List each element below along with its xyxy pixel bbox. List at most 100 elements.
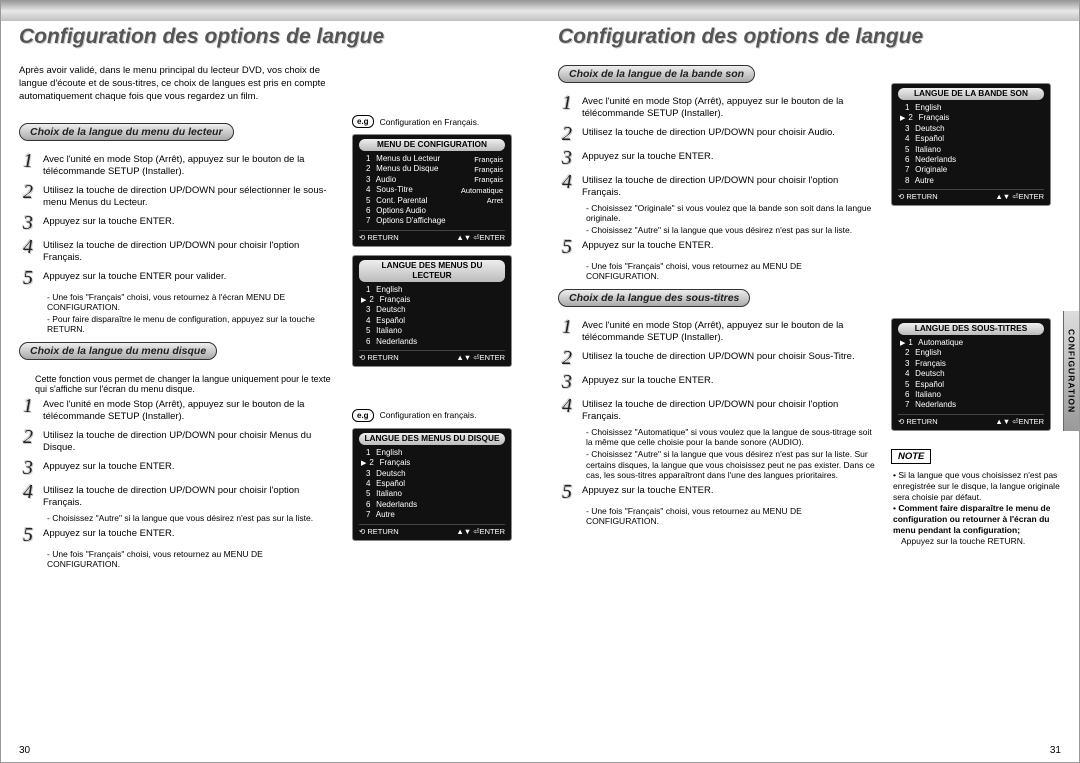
osd3-title: LANGUE DES MENUS DU DISQUE [359, 433, 505, 445]
page-number-right: 31 [1050, 745, 1061, 756]
eg-text-1: Configuration en Français. [380, 117, 480, 127]
dm-intro: Cette fonction vous permet de changer la… [35, 374, 338, 394]
st-sub4b: - Choisissez "Autre" si la langue que vo… [586, 449, 877, 480]
eg-text-2: Configuration en français. [380, 410, 477, 420]
au-step5: Appuyez sur la touche ENTER. [582, 237, 877, 252]
osd1-title: MENU DE CONFIGURATION [359, 139, 505, 151]
dm-step3: Appuyez sur la touche ENTER. [43, 458, 338, 473]
osd-row: 1 Menus du LecteurFrançais [359, 154, 505, 164]
pill-audio: Choix de la langue de la bande son [558, 65, 755, 83]
osd-row: ▶2 Français [898, 113, 1044, 123]
osd-row: 7 Nederlands [898, 400, 1044, 410]
osd-row: 6 Nederlands [359, 500, 505, 510]
osd-row: 8 Autre [898, 176, 1044, 186]
st-step1: Avec l'unité en mode Stop (Arrêt), appuy… [582, 317, 877, 344]
au-step3: Appuyez sur la touche ENTER. [582, 148, 877, 163]
osd-row: 3 AudioFrançais [359, 175, 505, 185]
pill-player-menu: Choix de la langue du menu du lecteur [19, 123, 234, 141]
page-number-left: 30 [19, 745, 30, 756]
osd-row: 6 Options Audio [359, 206, 505, 216]
osd-player-menu-lang: LANGUE DES MENUS DU LECTEUR 1 English▶2 … [352, 255, 512, 367]
osd4-title: LANGUE DE LA BANDE SON [898, 88, 1044, 100]
au-step2: Utilisez la touche de direction UP/DOWN … [582, 124, 877, 139]
st-step3: Appuyez sur la touche ENTER. [582, 372, 877, 387]
pm-step5: Appuyez sur la touche ENTER pour valider… [43, 268, 338, 283]
osd-row: 5 Italiano [359, 489, 505, 499]
st-step2: Utilisez la touche de direction UP/DOWN … [582, 348, 877, 363]
dm-step4: Utilisez la touche de direction UP/DOWN … [43, 482, 338, 509]
osd-row: 3 Français [898, 359, 1044, 369]
osd-disc-menu-lang: LANGUE DES MENUS DU DISQUE 1 English▶2 F… [352, 428, 512, 541]
pm-step2: Utilisez la touche de direction UP/DOWN … [43, 182, 338, 209]
note-label: NOTE [891, 449, 931, 464]
st-step5: Appuyez sur la touche ENTER. [582, 482, 877, 497]
osd-row: 4 Deutsch [898, 369, 1044, 379]
osd-row: 7 Autre [359, 510, 505, 520]
osd-row: 4 Español [359, 316, 505, 326]
osd-row: 5 Español [898, 380, 1044, 390]
osd5-title: LANGUE DES SOUS-TITRES [898, 323, 1044, 335]
osd-row: 5 Italiano [359, 326, 505, 336]
osd-row: ▶2 Français [359, 458, 505, 468]
au-step4: Utilisez la touche de direction UP/DOWN … [582, 172, 877, 199]
osd-row: 1 English [359, 285, 505, 295]
note-2: • Comment faire disparaître le menu de c… [893, 503, 1061, 536]
osd-row: 7 Options D'affichage [359, 216, 505, 226]
osd-row: 4 Español [359, 479, 505, 489]
st-sub5: - Une fois "Français" choisi, vous retou… [586, 506, 877, 526]
pm-step1: Avec l'unité en mode Stop (Arrêt), appuy… [43, 151, 338, 178]
osd-row: 2 Menus du DisqueFrançais [359, 164, 505, 174]
page-left: Configuration des options de langue Aprè… [1, 1, 540, 762]
dm-step2: Utilisez la touche de direction UP/DOWN … [43, 427, 338, 454]
au-step1: Avec l'unité en mode Stop (Arrêt), appuy… [582, 93, 877, 120]
osd-row: 3 Deutsch [359, 469, 505, 479]
page-right: Configuration des options de langue Choi… [540, 1, 1079, 762]
osd-row: ▶1 Automatique [898, 338, 1044, 348]
osd-row: ▶2 Français [359, 295, 505, 305]
osd2-title: LANGUE DES MENUS DU LECTEUR [359, 260, 505, 282]
note-3: Appuyez sur la touche RETURN. [901, 536, 1061, 547]
note-1: • Si la langue que vous choisissez n'est… [893, 470, 1061, 503]
spread: Configuration des options de langue Aprè… [0, 0, 1080, 763]
osd-row: 6 Italiano [898, 390, 1044, 400]
osd-row: 4 Sous-TitreAutomatique [359, 185, 505, 195]
au-sub4b: - Choisissez "Autre" si la langue que vo… [586, 225, 877, 235]
top-gradient-r [540, 1, 1079, 21]
eg-badge: e.g [352, 115, 374, 128]
pm-step3: Appuyez sur la touche ENTER. [43, 213, 338, 228]
osd-row: 6 Nederlands [898, 155, 1044, 165]
osd-config-menu: MENU DE CONFIGURATION 1 Menus du Lecteur… [352, 134, 512, 247]
osd-row: 1 English [898, 103, 1044, 113]
pill-disc-menu: Choix de la langue du menu disque [19, 342, 217, 360]
osd-row: 4 Español [898, 134, 1044, 144]
osd-row: 3 Deutsch [359, 305, 505, 315]
osd-row: 5 Cont. ParentalArret [359, 196, 505, 206]
st-step4: Utilisez la touche de direction UP/DOWN … [582, 396, 877, 423]
dm-step5: Appuyez sur la touche ENTER. [43, 525, 338, 540]
au-sub4a: - Choisissez "Originale" si vous voulez … [586, 203, 877, 223]
page-title-left: Configuration des options de langue [19, 25, 522, 49]
osd-subtitle-lang: LANGUE DES SOUS-TITRES ▶1 Automatique 2 … [891, 318, 1051, 431]
osd-audio-lang: LANGUE DE LA BANDE SON 1 English▶2 Franç… [891, 83, 1051, 206]
au-sub5: - Une fois "Français" choisi, vous retou… [586, 261, 877, 281]
pm-step4: Utilisez la touche de direction UP/DOWN … [43, 237, 338, 264]
pill-subtitles: Choix de la langue des sous-titres [558, 289, 750, 307]
eg-row-2: e.g Configuration en français. [352, 409, 522, 422]
intro-text: Après avoir validé, dans le menu princip… [19, 65, 338, 103]
pm-sub2: - Pour faire disparaître le menu de conf… [47, 314, 338, 334]
osd-row: 7 Originale [898, 165, 1044, 175]
st-sub4a: - Choisissez "Automatique" si vous voule… [586, 427, 877, 447]
top-gradient [1, 1, 540, 21]
osd-row: 1 English [359, 448, 505, 458]
dm-sub4: - Choisissez "Autre" si la langue que vo… [47, 513, 338, 523]
pm-sub1: - Une fois "Français" choisi, vous retou… [47, 292, 338, 312]
page-title-right: Configuration des options de langue [558, 25, 1061, 49]
dm-sub5: - Une fois "Français" choisi, vous retou… [47, 549, 338, 569]
side-tab: CONFIGURATION [1063, 311, 1079, 431]
osd-row: 2 English [898, 348, 1044, 358]
eg-row-1: e.g Configuration en Français. [352, 115, 522, 128]
osd-row: 5 Italiano [898, 145, 1044, 155]
osd-row: 3 Deutsch [898, 124, 1044, 134]
dm-step1: Avec l'unité en mode Stop (Arrêt), appuy… [43, 396, 338, 423]
osd-enter: ENTER [480, 233, 505, 242]
